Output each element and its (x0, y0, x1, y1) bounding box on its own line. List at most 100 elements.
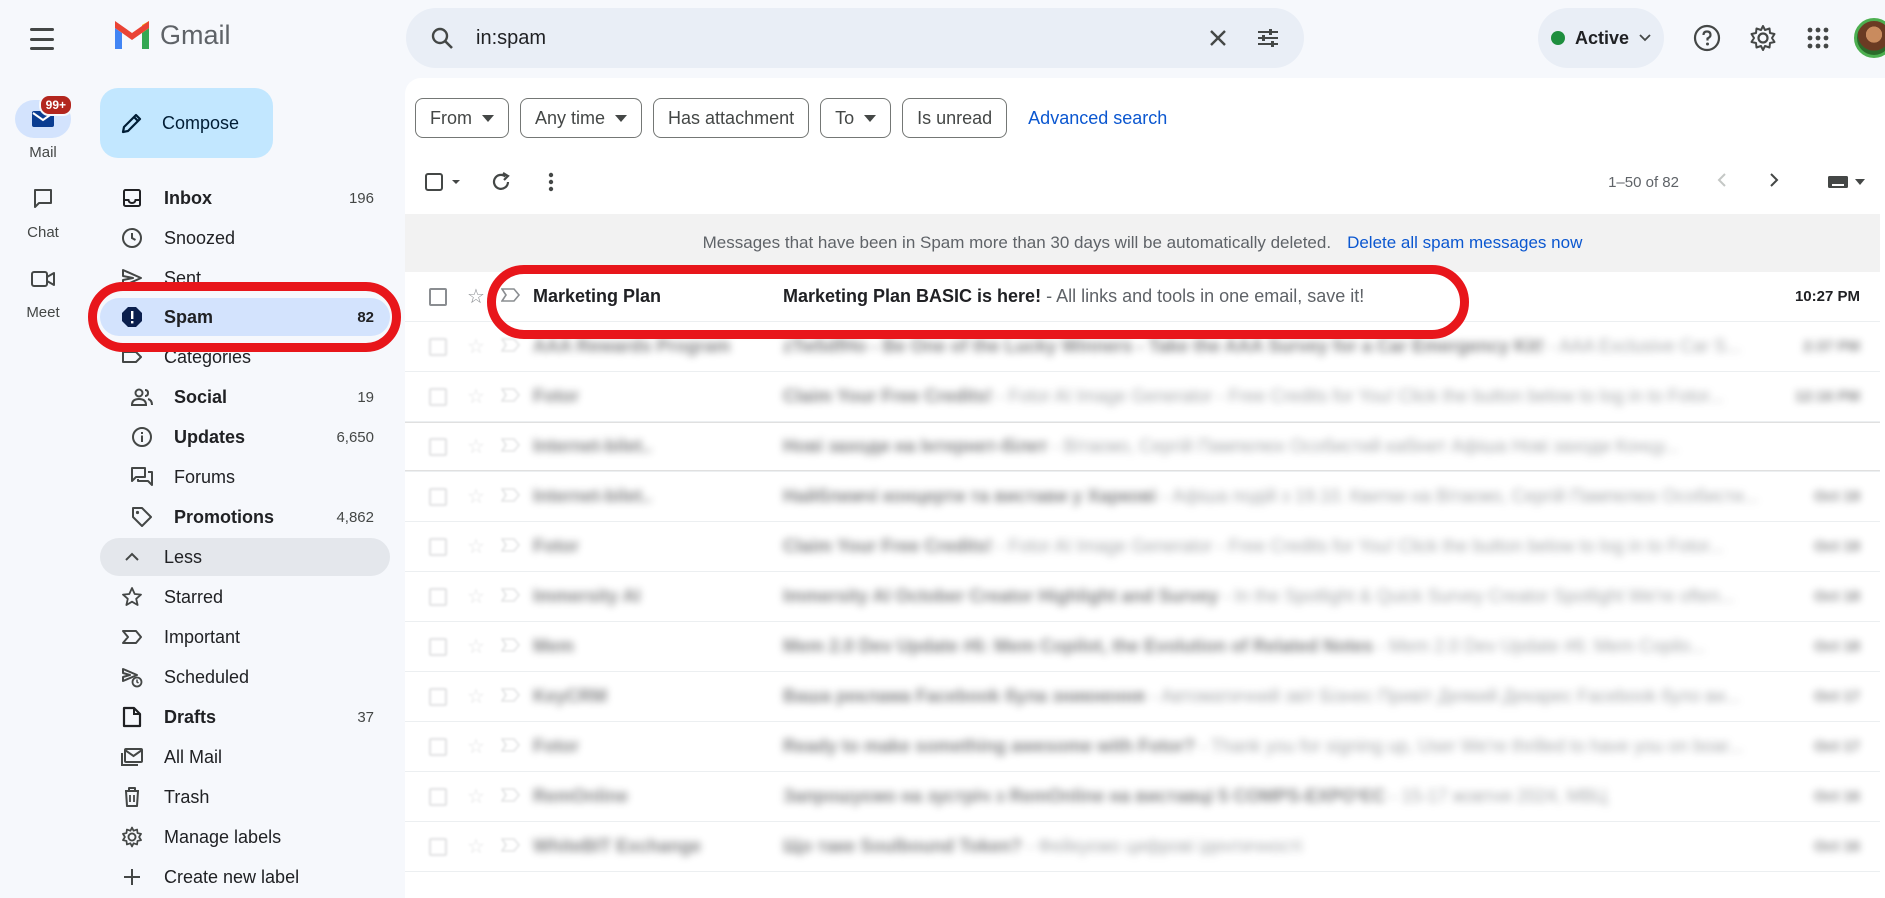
email-row[interactable]: ☆ AAA Rewards Program zTw5dfHo - Be One … (405, 322, 1880, 372)
rail-item-meet[interactable]: Meet (0, 260, 86, 321)
sidebar-item-scheduled[interactable]: Scheduled (100, 658, 390, 696)
active-status-dot (1550, 31, 1565, 45)
row-checkbox[interactable] (429, 637, 447, 656)
status-selector[interactable]: Active (1538, 8, 1664, 68)
sidebar-item-snoozed[interactable]: Snoozed (100, 219, 390, 257)
filter-from-chip[interactable]: From (415, 98, 509, 138)
important-marker-icon[interactable] (500, 836, 523, 857)
star-icon[interactable]: ☆ (467, 834, 489, 859)
sidebar-item-sent[interactable]: Sent (100, 259, 390, 297)
email-row[interactable]: ☆ Fotor Claim Your Free Credits! - Fotor… (405, 522, 1880, 572)
sidebar-item-all-mail[interactable]: All Mail (100, 738, 390, 776)
star-icon[interactable]: ☆ (467, 384, 489, 409)
delete-all-spam-link[interactable]: Delete all spam messages now (1347, 233, 1582, 253)
star-icon[interactable]: ☆ (467, 334, 489, 359)
search-bar[interactable] (406, 8, 1304, 68)
sidebar-item-promotions[interactable]: Promotions 4,862 (100, 498, 390, 536)
main-menu-icon[interactable] (24, 24, 60, 54)
important-marker-icon[interactable] (500, 436, 523, 457)
email-row[interactable]: ☆ Fotor Claim Your Free Credits! - Fotor… (405, 372, 1880, 422)
compose-button[interactable]: Compose (100, 88, 273, 158)
email-row[interactable]: ☆ Marketing Plan Marketing Plan BASIC is… (405, 272, 1880, 322)
more-vert-icon[interactable] (531, 162, 571, 202)
star-icon[interactable]: ☆ (467, 784, 489, 809)
search-input[interactable] (476, 26, 1198, 50)
row-checkbox[interactable] (429, 387, 447, 406)
star-icon[interactable]: ☆ (467, 484, 489, 509)
filter-to-chip[interactable]: To (820, 98, 892, 138)
sidebar-item-important[interactable]: Important (100, 618, 390, 656)
apps-grid-icon[interactable] (1798, 18, 1838, 58)
refresh-icon[interactable] (481, 162, 521, 202)
sidebar-item-drafts[interactable]: Drafts 37 (100, 698, 390, 736)
sidebar-item-forums[interactable]: Forums (100, 458, 390, 496)
important-marker-icon[interactable] (500, 736, 523, 757)
important-marker-icon[interactable] (500, 486, 523, 507)
important-marker-icon[interactable] (500, 636, 523, 657)
row-checkbox[interactable] (429, 487, 447, 506)
gmail-logo[interactable]: Gmail (112, 20, 231, 51)
prev-page-icon[interactable] (1717, 172, 1727, 192)
star-icon[interactable]: ☆ (467, 634, 489, 659)
star-icon[interactable]: ☆ (467, 284, 489, 309)
email-row[interactable]: ☆ Immersity AI Immersity AI October Crea… (405, 572, 1880, 622)
important-marker-icon[interactable] (500, 786, 523, 807)
row-checkbox[interactable] (429, 437, 447, 456)
row-checkbox[interactable] (429, 737, 447, 756)
star-icon[interactable]: ☆ (467, 434, 489, 459)
sidebar-item-updates[interactable]: Updates 6,650 (100, 418, 390, 456)
important-marker-icon[interactable] (500, 336, 523, 357)
sidebar-item-categories[interactable]: Categories (100, 338, 390, 376)
row-checkbox[interactable] (429, 287, 447, 306)
rail-item-chat[interactable]: Chat (0, 180, 86, 241)
email-sender: Immersity AI (533, 586, 641, 606)
email-subject-line: Запрошуємо на зустріч з RemOnline на вис… (783, 786, 1770, 807)
keyboard-input-icon[interactable] (1827, 175, 1865, 189)
filter-anytime-chip[interactable]: Any time (520, 98, 643, 138)
email-row[interactable]: ☆ Fotor Ready to make something awesome … (405, 722, 1880, 772)
search-options-icon[interactable] (1248, 18, 1288, 58)
star-icon[interactable]: ☆ (467, 684, 489, 709)
star-icon[interactable]: ☆ (467, 734, 489, 759)
sidebar-item-social[interactable]: Social 19 (100, 378, 390, 416)
star-icon[interactable]: ☆ (467, 584, 489, 609)
sidebar-item-create-label[interactable]: Create new label (100, 858, 390, 896)
sidebar-item-manage-labels[interactable]: Manage labels (100, 818, 390, 856)
email-row[interactable]: ☆ KeyCRM Ваша реклама Facebook була зник… (405, 672, 1880, 722)
advanced-search-link[interactable]: Advanced search (1028, 108, 1167, 129)
important-marker-icon[interactable] (500, 536, 523, 557)
important-marker-icon[interactable] (500, 286, 523, 307)
main-panel: From Any time Has attachment To Is unrea… (405, 78, 1885, 898)
filter-attachment-chip[interactable]: Has attachment (653, 98, 810, 138)
account-avatar[interactable] (1854, 18, 1885, 58)
select-all-checkbox[interactable] (421, 162, 467, 202)
row-checkbox[interactable] (429, 337, 447, 356)
email-row[interactable]: ☆ WhiteBIT Exchange Що таке Soulbound To… (405, 822, 1880, 872)
rail-item-mail[interactable]: 99+ Mail (0, 94, 86, 161)
row-checkbox[interactable] (429, 687, 447, 706)
settings-gear-icon[interactable] (1743, 18, 1783, 58)
sidebar-item-spam[interactable]: Spam 82 (100, 298, 390, 336)
important-marker-icon[interactable] (500, 386, 523, 407)
search-icon[interactable] (422, 18, 462, 58)
sidebar-item-inbox[interactable]: Inbox 196 (100, 179, 390, 217)
email-row[interactable]: ☆ RemOnline Запрошуємо на зустріч з RemO… (405, 772, 1880, 822)
row-checkbox[interactable] (429, 837, 447, 856)
email-row[interactable]: ☆ Internet-bilet.. Нові заходи на Інтерн… (405, 422, 1880, 472)
email-row[interactable]: ☆ Mem Mem 2.0 Dev Update #6: Mem Copilot… (405, 622, 1880, 672)
sidebar-item-trash[interactable]: Trash (100, 778, 390, 816)
sidebar-item-starred[interactable]: Starred (100, 578, 390, 616)
clear-search-icon[interactable] (1198, 18, 1238, 58)
star-icon[interactable]: ☆ (467, 534, 489, 559)
sidebar-item-less[interactable]: Less (100, 538, 390, 576)
row-checkbox[interactable] (429, 537, 447, 556)
sidebar-label-scheduled: Scheduled (164, 666, 250, 687)
next-page-icon[interactable] (1769, 172, 1779, 192)
important-marker-icon[interactable] (500, 586, 523, 607)
important-marker-icon[interactable] (500, 686, 523, 707)
row-checkbox[interactable] (429, 787, 447, 806)
email-row[interactable]: ☆ Internet-bilet.. Найближчі концерти та… (405, 472, 1880, 522)
row-checkbox[interactable] (429, 587, 447, 606)
filter-unread-chip[interactable]: Is unread (902, 98, 1008, 138)
help-icon[interactable] (1687, 18, 1727, 58)
